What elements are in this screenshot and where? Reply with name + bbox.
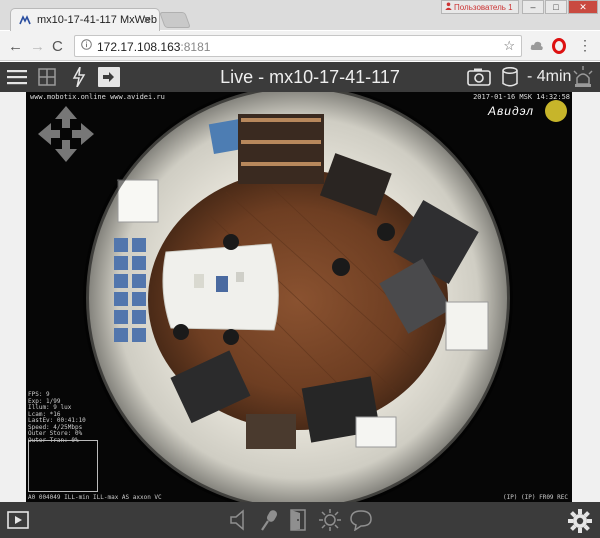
new-tab-button[interactable] — [159, 12, 191, 28]
maximize-button[interactable]: □ — [545, 0, 567, 14]
chat-icon[interactable] — [350, 509, 372, 531]
event-indicator-icon — [545, 100, 567, 122]
microphone-icon[interactable] — [260, 509, 278, 531]
pan-down-arrow — [55, 140, 77, 162]
left-gutter — [0, 92, 26, 502]
recording-duration: - 4min — [527, 68, 572, 85]
url-host: 172.17.108.163 — [97, 40, 181, 54]
settings-icon[interactable] — [568, 509, 592, 533]
browser-titlebar: mx10-17-41-117 MxWeb × Пользователь 1 – … — [0, 0, 600, 32]
ptz-navigation-arrows[interactable] — [36, 104, 96, 164]
alarm-light-icon[interactable] — [572, 66, 594, 88]
minimize-button[interactable]: – — [522, 0, 544, 14]
right-gutter — [572, 92, 600, 502]
osd-bottom-left: A0 004049 ILL-min ILL-max AS axxon VC — [28, 494, 162, 501]
browser-menu-icon[interactable]: ⋮ — [578, 37, 592, 54]
bookmark-star-icon[interactable]: ☆ — [503, 38, 515, 54]
fisheye-office-image — [83, 92, 513, 502]
light-icon[interactable] — [318, 509, 342, 531]
door-icon[interactable] — [290, 509, 306, 531]
app-header: Live - mx10-17-41-117 - 4min — [0, 62, 600, 92]
url-text[interactable]: 172.17.108.163:8181 — [97, 40, 210, 54]
mobotix-favicon-icon — [19, 15, 31, 25]
osd-bottom-right: (IP) (IP) FR09 REC — [502, 494, 568, 501]
browser-tab[interactable]: mx10-17-41-117 MxWeb × — [10, 8, 160, 32]
profile-label: Пользователь 1 — [454, 3, 513, 12]
overview-minimap[interactable] — [28, 440, 98, 492]
tab-close-icon[interactable]: × — [143, 12, 151, 27]
profile-button[interactable]: Пользователь 1 — [441, 0, 519, 14]
forward-button[interactable]: → — [30, 38, 45, 55]
app-footer — [0, 502, 600, 538]
url-port: :8181 — [180, 40, 211, 54]
live-video-view[interactable]: www.mobotix.online www.avidei.ru 2017-01… — [26, 92, 572, 502]
osd-top-left: www.mobotix.online www.avidei.ru — [30, 93, 165, 101]
info-icon[interactable] — [81, 39, 92, 53]
layout-grid-icon[interactable] — [38, 68, 56, 86]
brand-logo: Авидэл — [488, 104, 534, 118]
pan-up-arrow — [55, 106, 77, 128]
close-window-button[interactable]: ✕ — [568, 0, 598, 14]
reload-button[interactable]: C — [52, 38, 63, 55]
speaker-icon[interactable] — [230, 509, 248, 531]
cloud-extension-icon[interactable] — [530, 40, 544, 52]
lightning-icon[interactable] — [72, 67, 86, 87]
address-bar[interactable]: 172.17.108.163:8181 ☆ — [74, 35, 522, 57]
camera-stats: FPS: 9 Exp: 1/99 Illum: 9 lux Lcam: *16 Last… — [28, 391, 86, 444]
user-icon — [445, 2, 452, 12]
snapshot-camera-icon[interactable] — [467, 68, 491, 86]
pan-right-arrow — [72, 123, 94, 145]
storage-icon[interactable] — [502, 67, 518, 87]
page-title: Live - mx10-17-41-117 — [220, 67, 400, 87]
back-button[interactable]: ← — [8, 38, 23, 55]
opera-extension-icon[interactable] — [552, 38, 566, 54]
tab-title: mx10-17-41-117 MxWeb — [37, 14, 158, 26]
stream-icon[interactable] — [98, 67, 120, 87]
hamburger-icon[interactable] — [7, 69, 27, 85]
browser-toolbar: ← → C 172.17.108.163:8181 ☆ ⋮ — [0, 31, 600, 61]
pan-left-arrow — [38, 123, 60, 145]
play-icon[interactable] — [7, 511, 29, 529]
